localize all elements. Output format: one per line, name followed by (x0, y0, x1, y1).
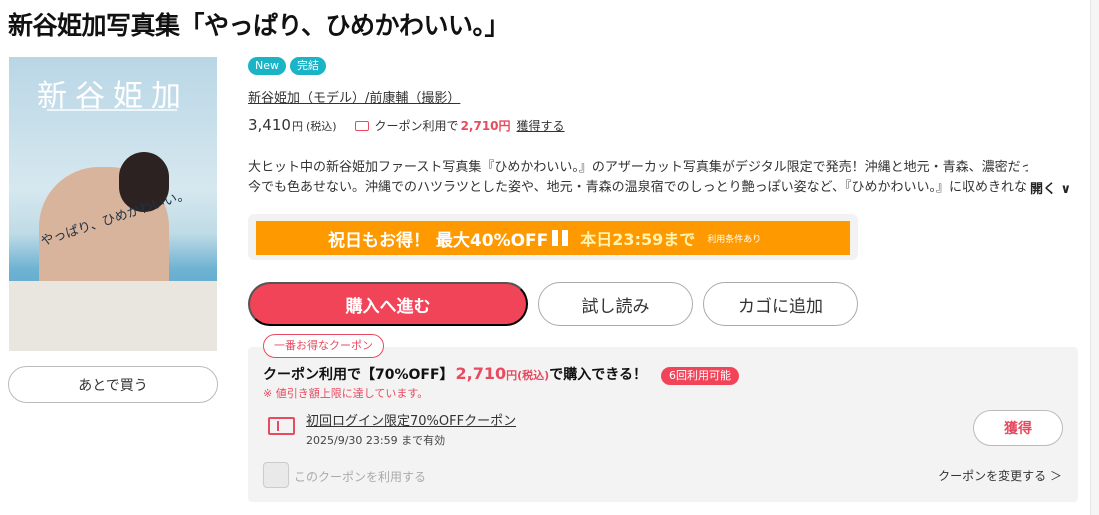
cover-pool-edge (9, 281, 217, 351)
price: 3,410 (248, 116, 291, 134)
expand-description-button[interactable]: 開く ∨ (1030, 178, 1071, 197)
description-line: 今でも色あせない。沖縄でのハツラツとした姿や、地元・青森の温泉宿でのしっとり艶っ… (248, 180, 1028, 195)
scrollbar[interactable] (1090, 0, 1099, 515)
coupon-ticket-icon (268, 417, 295, 435)
trial-read-button[interactable]: 試し読み (538, 282, 693, 326)
promo-ticket-icon (552, 230, 569, 246)
coupon-icon (354, 121, 369, 131)
buy-later-button[interactable]: あとで買う (8, 366, 218, 403)
coupon-price-label: クーポン利用で (374, 119, 459, 133)
coupon-note: ※ 値引き額上限に達しています。 (263, 387, 429, 400)
add-to-cart-button[interactable]: カゴに追加 (703, 282, 858, 326)
coupon-expiry: 2025/9/30 23:59 まで有効 (306, 434, 446, 447)
use-coupon-label: このクーポンを利用する (294, 470, 427, 484)
coupon-headline-unit: 円(税込) (506, 369, 550, 382)
coupon-panel: 一番お得なクーポン クーポン利用で【70%OFF】 2,710 円(税込) で購… (248, 334, 1078, 502)
coupon-price: 2,710円 (460, 119, 511, 133)
promo-terms: 利用条件あり (707, 234, 762, 245)
coupon-uses-badge: 6回利用可能 (660, 367, 739, 385)
cover-subline (47, 109, 177, 111)
coupon-get-button[interactable]: 獲得 (973, 410, 1063, 446)
description: 大ヒット中の新谷姫加ファースト写真集『ひめかわいい。』のアザーカット写真集がデジ… (248, 158, 1028, 198)
promo-deadline: 本日23:59まで (580, 230, 696, 249)
price-tax: (税込) (305, 120, 337, 133)
change-coupon-link[interactable]: クーポンを変更する ＞ (938, 467, 1062, 484)
badge-group: New 完結 (248, 57, 326, 75)
coupon-headline-suffix: で購入できる！ (549, 367, 647, 383)
complete-badge: 完結 (290, 57, 326, 75)
price-unit: 円 (291, 120, 303, 133)
coupon-headline-prefix: クーポン利用で【70%OFF】 (263, 367, 454, 383)
buy-button[interactable]: 購入へ進む (248, 282, 528, 326)
best-coupon-tag: 一番お得なクーポン (263, 334, 384, 358)
promo-banner-frame: 祝日もお得！ 最大40%OFF 本日23:59まで 利用条件あり (248, 214, 858, 260)
new-badge: New (248, 57, 286, 75)
coupon-name-link[interactable]: 初回ログイン限定70%OFFクーポン (306, 410, 516, 429)
coupon-get-link[interactable]: 獲得する (517, 117, 565, 134)
promo-banner[interactable]: 祝日もお得！ 最大40%OFF 本日23:59まで 利用条件あり (256, 221, 850, 255)
use-coupon-checkbox[interactable] (263, 462, 289, 488)
author-link[interactable]: 新谷姫加（モデル）/前康輔（撮影） (248, 87, 460, 106)
promo-main-text: 祝日もお得！ 最大40%OFF (328, 230, 549, 251)
description-line: 大ヒット中の新谷姫加ファースト写真集『ひめかわいい。』のアザーカット写真集がデジ… (248, 160, 1028, 175)
cover-image[interactable]: 新谷姫加 やっぱり、ひめかわいい。 (9, 57, 217, 351)
coupon-headline-price: 2,710 (455, 364, 507, 383)
page-title: 新谷姫加写真集「やっぱり、ひめかわいい。」 (8, 11, 510, 40)
price-row: 3,410 円 (税込) クーポン利用で 2,710円 獲得する (248, 116, 565, 134)
coupon-headline: クーポン利用で【70%OFF】 2,710 円(税込) で購入できる！ 6回利用… (263, 364, 739, 385)
